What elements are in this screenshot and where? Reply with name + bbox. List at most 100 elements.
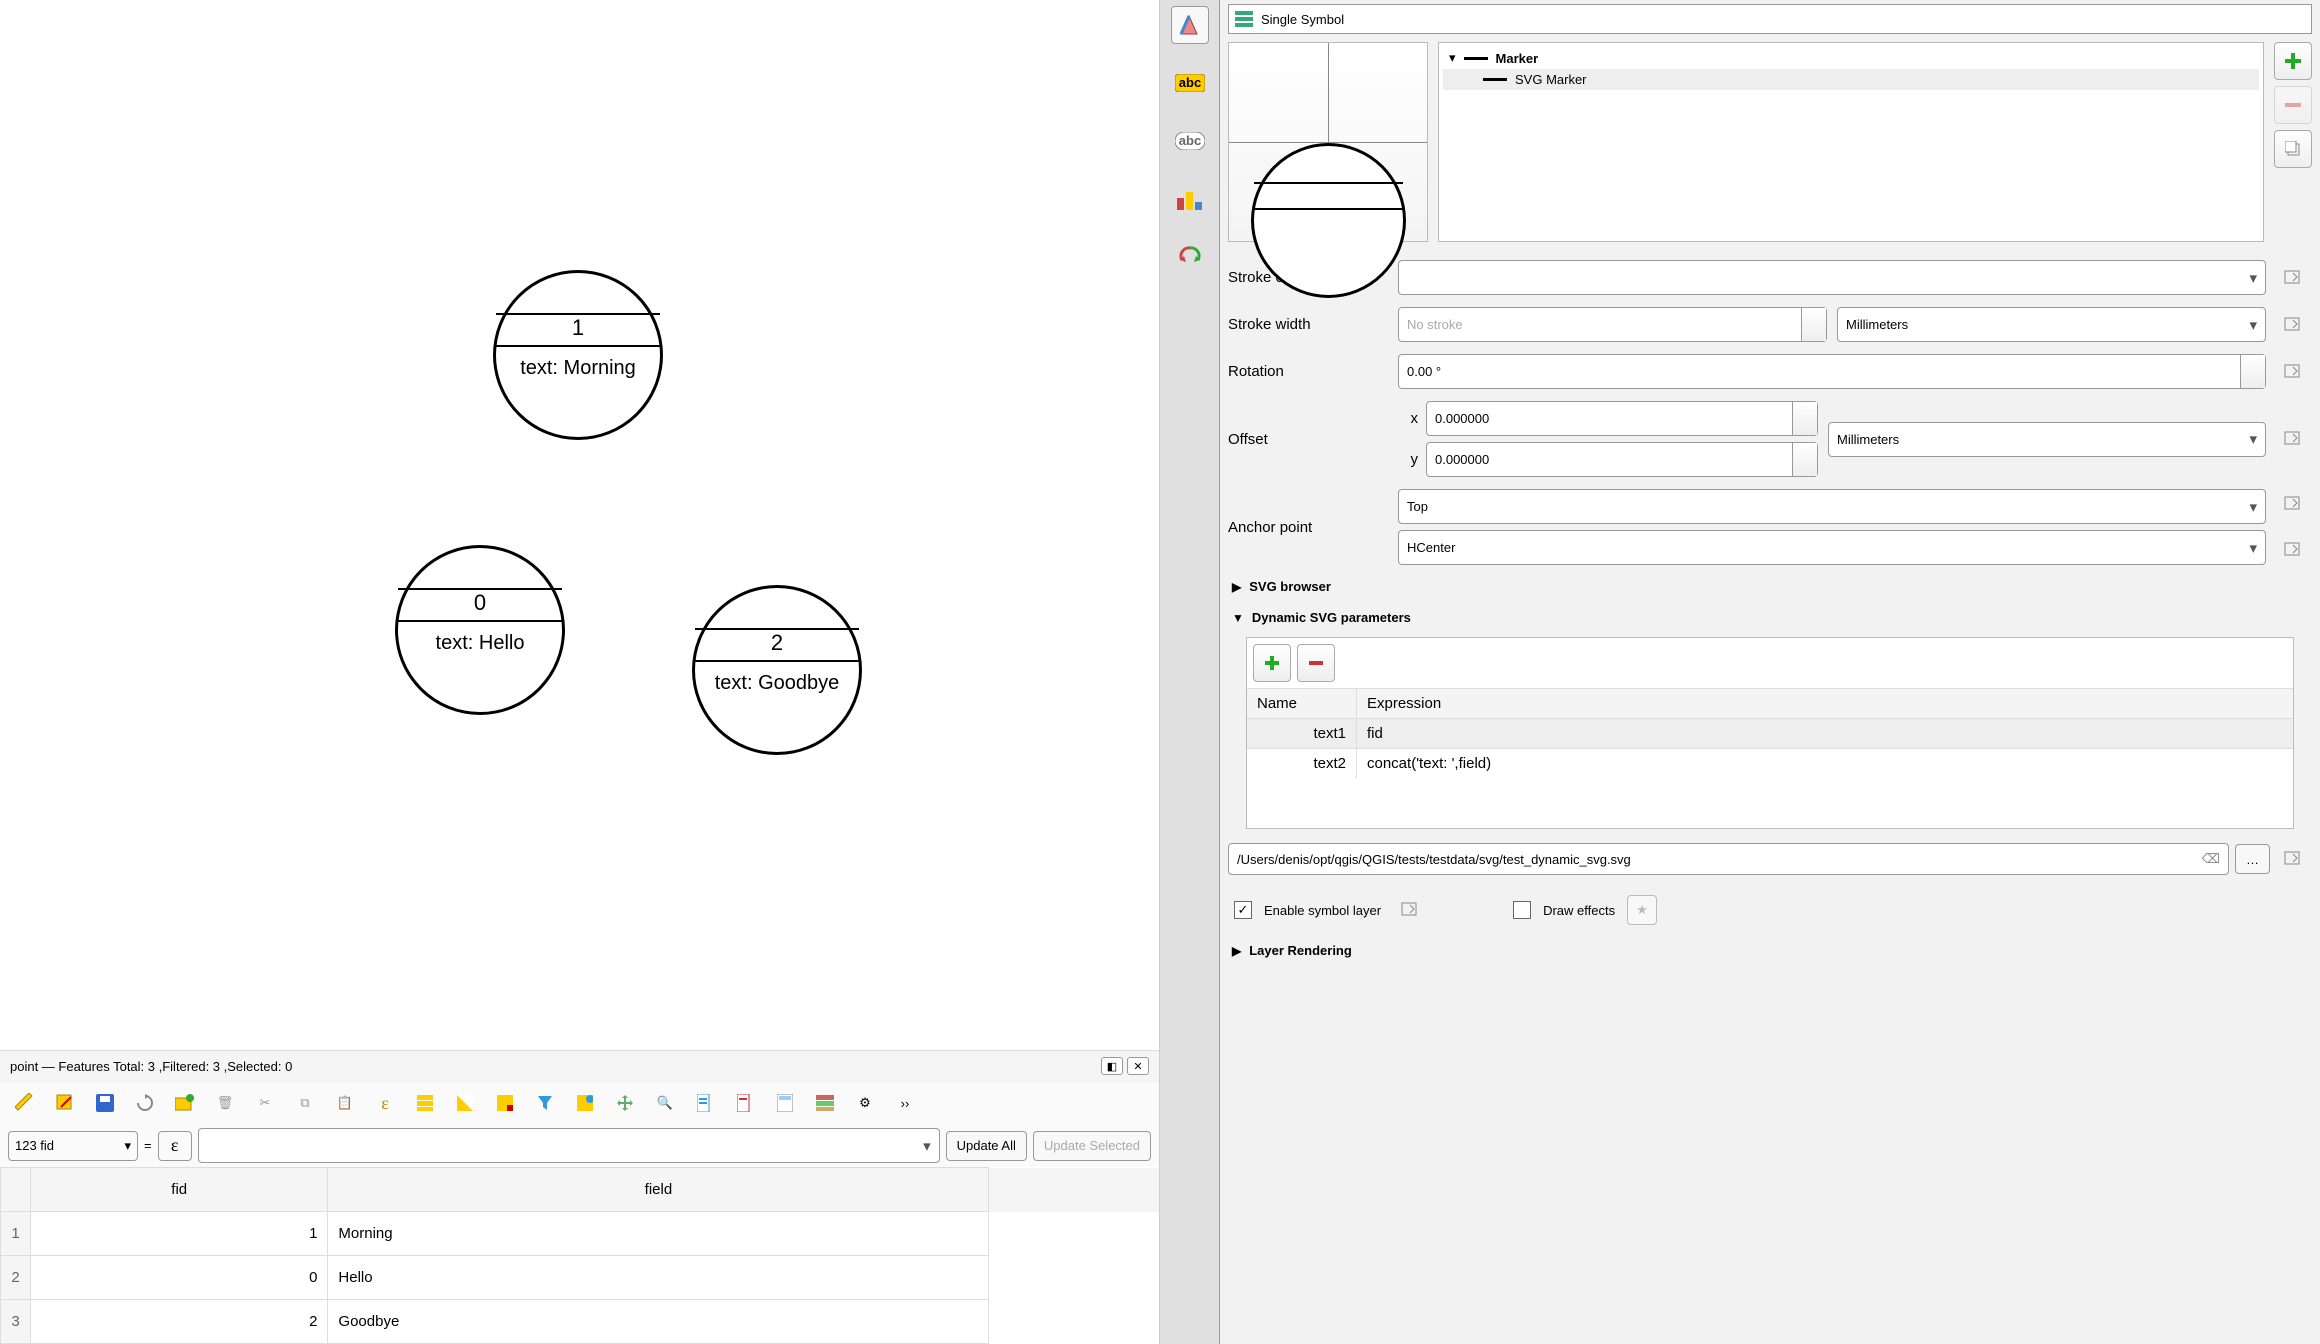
stroke-width-unit[interactable]: Millimeters bbox=[1837, 307, 2266, 342]
filter-icon[interactable] bbox=[528, 1086, 562, 1120]
param-row[interactable]: text2 concat('text: ',field) bbox=[1247, 748, 2293, 778]
tree-item-marker[interactable]: ▾Marker bbox=[1443, 47, 2259, 69]
svg-text:abc: abc bbox=[1178, 75, 1200, 90]
feature-id: 0 bbox=[398, 590, 562, 616]
param-row[interactable]: text1 fid bbox=[1247, 718, 2293, 748]
effects-button[interactable]: ★ bbox=[1627, 895, 1657, 925]
invert-selection-icon[interactable] bbox=[448, 1086, 482, 1120]
conditional-format-icon[interactable] bbox=[808, 1086, 842, 1120]
rotation-input[interactable]: 0.00 ° bbox=[1398, 354, 2266, 389]
rotation-label: Rotation bbox=[1228, 363, 1388, 380]
browse-button[interactable]: … bbox=[2235, 844, 2270, 874]
new-column-icon[interactable] bbox=[688, 1086, 722, 1120]
deselect-icon[interactable] bbox=[488, 1086, 522, 1120]
more-icon[interactable]: ›› bbox=[888, 1086, 922, 1120]
equals-label: = bbox=[144, 1138, 152, 1153]
expression-input[interactable] bbox=[198, 1128, 940, 1163]
offset-x-label: x bbox=[1398, 410, 1418, 427]
add-layer-button[interactable] bbox=[2274, 42, 2312, 80]
data-override-icon[interactable] bbox=[2276, 844, 2312, 874]
anchor-h-select[interactable]: HCenter bbox=[1398, 530, 2266, 565]
offset-x-input[interactable]: 0.000000 bbox=[1426, 401, 1818, 436]
edit-toggle-icon[interactable] bbox=[8, 1086, 42, 1120]
param-head-expr: Expression bbox=[1357, 689, 2293, 718]
expression-builder-button[interactable]: ε bbox=[158, 1131, 192, 1161]
add-param-button[interactable] bbox=[1253, 644, 1291, 682]
remove-param-button[interactable] bbox=[1297, 644, 1335, 682]
feature-text: text: Goodbye bbox=[695, 672, 859, 695]
paste-icon[interactable]: 📋 bbox=[328, 1086, 362, 1120]
feature-marker: 0 text: Hello bbox=[395, 545, 565, 715]
symbology-tab-icon[interactable] bbox=[1171, 6, 1209, 44]
multi-edit-icon[interactable] bbox=[48, 1086, 82, 1120]
update-selected-button[interactable]: Update Selected bbox=[1033, 1131, 1151, 1161]
save-edits-icon[interactable] bbox=[88, 1086, 122, 1120]
labels-tab-icon[interactable]: abc bbox=[1171, 64, 1209, 102]
remove-layer-button[interactable] bbox=[2274, 86, 2312, 124]
tree-item-svg-marker[interactable]: SVG Marker bbox=[1443, 69, 2259, 90]
expression-select-icon[interactable]: ε bbox=[368, 1086, 402, 1120]
data-override-icon[interactable] bbox=[2276, 357, 2312, 387]
param-head-name: Name bbox=[1247, 689, 1357, 718]
reload-icon[interactable] bbox=[128, 1086, 162, 1120]
duplicate-layer-button[interactable] bbox=[2274, 130, 2312, 168]
offset-label: Offset bbox=[1228, 431, 1388, 448]
svg-browser-section[interactable]: ▶SVG browser bbox=[1228, 571, 2312, 602]
select-all-icon[interactable] bbox=[408, 1086, 442, 1120]
move-top-icon[interactable] bbox=[568, 1086, 602, 1120]
draw-effects-checkbox[interactable] bbox=[1513, 901, 1531, 919]
offset-y-label: y bbox=[1398, 451, 1418, 468]
actions-icon[interactable]: ⚙ bbox=[848, 1086, 882, 1120]
feature-text: text: Hello bbox=[398, 632, 562, 655]
dynamic-params-section[interactable]: ▼Dynamic SVG parameters bbox=[1228, 602, 2312, 633]
svg-text:abc: abc bbox=[1178, 133, 1200, 148]
delete-column-icon[interactable] bbox=[728, 1086, 762, 1120]
table-row: 32Goodbye bbox=[1, 1300, 1159, 1344]
stroke-width-input[interactable]: No stroke bbox=[1398, 307, 1827, 342]
feature-marker: 1 text: Morning bbox=[493, 270, 663, 440]
offset-unit[interactable]: Millimeters bbox=[1828, 422, 2266, 457]
close-icon[interactable]: ✕ bbox=[1127, 1057, 1149, 1075]
feature-id: 1 bbox=[496, 315, 660, 341]
enable-layer-label: Enable symbol layer bbox=[1264, 903, 1381, 918]
feature-id: 2 bbox=[695, 630, 859, 656]
svg-path-input[interactable]: /Users/denis/opt/qgis/QGIS/tests/testdat… bbox=[1228, 843, 2229, 875]
table-row: 11Morning bbox=[1, 1212, 1159, 1256]
symbology-tabs: abc abc bbox=[1160, 0, 1220, 1344]
column-header[interactable]: field bbox=[328, 1168, 989, 1212]
detach-icon[interactable]: ◧ bbox=[1101, 1057, 1123, 1075]
3d-tab-icon[interactable] bbox=[1171, 238, 1209, 276]
map-canvas[interactable]: 1 text: Morning 0 text: Hello 2 text: Go… bbox=[0, 0, 1159, 1050]
stroke-color-button[interactable] bbox=[1398, 260, 2266, 295]
attribute-table-title: point — Features Total: 3 ,Filtered: 3 ,… bbox=[0, 1050, 1159, 1081]
field-select[interactable]: 123 fid▾ bbox=[8, 1131, 138, 1161]
add-feature-icon[interactable] bbox=[168, 1086, 202, 1120]
data-override-icon[interactable] bbox=[2276, 424, 2312, 454]
data-override-icon[interactable] bbox=[2276, 263, 2312, 293]
cut-icon[interactable]: ✂ bbox=[248, 1086, 282, 1120]
delete-selected-icon[interactable]: 🗑 bbox=[208, 1086, 242, 1120]
pan-to-icon[interactable] bbox=[608, 1086, 642, 1120]
zoom-to-icon[interactable]: 🔍 bbox=[648, 1086, 682, 1120]
layer-rendering-section[interactable]: ▶Layer Rendering bbox=[1228, 935, 2312, 966]
attribute-toolbar: 🗑 ✂ ⧉ 📋 ε 🔍 ⚙ ›› bbox=[0, 1081, 1159, 1124]
symbol-type-select[interactable]: Single Symbol bbox=[1228, 4, 2312, 34]
offset-y-input[interactable]: 0.000000 bbox=[1426, 442, 1818, 477]
data-override-icon[interactable] bbox=[2276, 489, 2312, 519]
data-override-icon[interactable] bbox=[1393, 895, 1429, 925]
masks-tab-icon[interactable]: abc bbox=[1171, 122, 1209, 160]
column-header[interactable]: fid bbox=[31, 1168, 328, 1212]
field-calculator-icon[interactable] bbox=[768, 1086, 802, 1120]
symbol-layer-tree[interactable]: ▾Marker SVG Marker bbox=[1438, 42, 2264, 242]
enable-layer-checkbox[interactable]: ✓ bbox=[1234, 901, 1252, 919]
data-override-icon[interactable] bbox=[2276, 535, 2312, 565]
clear-path-icon[interactable]: ⌫ bbox=[2202, 851, 2220, 867]
data-override-icon[interactable] bbox=[2276, 310, 2312, 340]
anchor-v-select[interactable]: Top bbox=[1398, 489, 2266, 524]
copy-icon[interactable]: ⧉ bbox=[288, 1086, 322, 1120]
symbol-preview bbox=[1228, 42, 1428, 242]
attribute-table[interactable]: fidfield 11Morning 20Hello 32Goodbye bbox=[0, 1167, 1159, 1344]
feature-marker: 2 text: Goodbye bbox=[692, 585, 862, 755]
update-all-button[interactable]: Update All bbox=[946, 1131, 1027, 1161]
diagrams-tab-icon[interactable] bbox=[1171, 180, 1209, 218]
